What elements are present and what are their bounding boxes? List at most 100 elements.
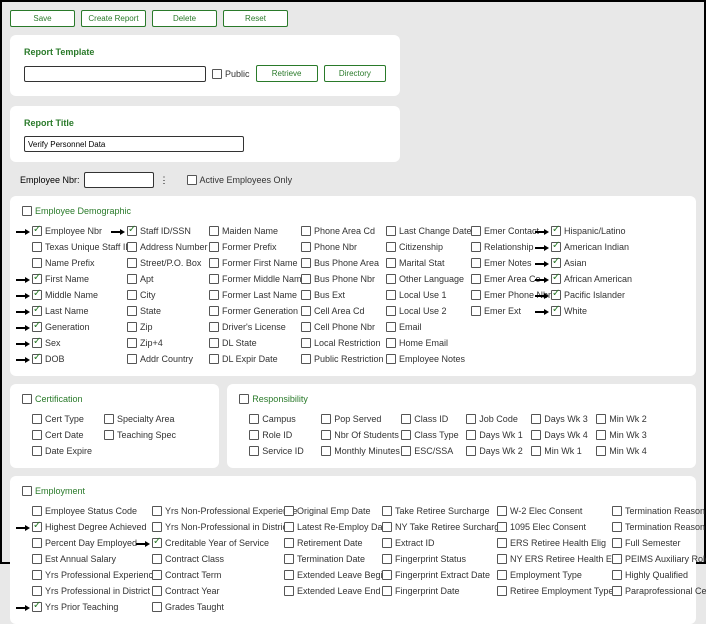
emp-contract-term-checkbox[interactable] bbox=[152, 570, 162, 580]
demo-email-checkbox[interactable] bbox=[386, 322, 396, 332]
demo-emer-area-co-checkbox[interactable] bbox=[471, 274, 481, 284]
demo-citizenship-checkbox[interactable] bbox=[386, 242, 396, 252]
resp-nbr-of-students-checkbox[interactable] bbox=[321, 430, 331, 440]
public-checkbox-label[interactable]: Public bbox=[212, 69, 250, 79]
emp-yrs-professional-experience-checkbox[interactable] bbox=[32, 570, 42, 580]
resp-job-code[interactable]: Job Code bbox=[466, 414, 518, 424]
demo-texas-unique-staff-id[interactable]: Texas Unique Staff ID bbox=[32, 242, 132, 252]
demo-dob[interactable]: DOB bbox=[32, 354, 65, 364]
demo-asian[interactable]: Asian bbox=[551, 258, 587, 268]
demo-addr-country-checkbox[interactable] bbox=[127, 354, 137, 364]
resp-class-id-checkbox[interactable] bbox=[401, 414, 411, 424]
emp-ers-retiree-health-elig[interactable]: ERS Retiree Health Elig bbox=[497, 538, 606, 548]
resp-min-wk-3-checkbox[interactable] bbox=[596, 430, 606, 440]
demo-emer-notes[interactable]: Emer Notes bbox=[471, 258, 532, 268]
demo-relationship[interactable]: Relationship bbox=[471, 242, 534, 252]
emp-extended-leave-begin[interactable]: Extended Leave Begin bbox=[284, 570, 388, 580]
emp-retirement-date-checkbox[interactable] bbox=[284, 538, 294, 548]
demo-generation[interactable]: Generation bbox=[32, 322, 90, 332]
demo-dl-state[interactable]: DL State bbox=[209, 338, 257, 348]
demo-generation-checkbox[interactable] bbox=[32, 322, 42, 332]
demo-bus-phone-nbr-checkbox[interactable] bbox=[301, 274, 311, 284]
emp-ny-ers-retiree-health-elig[interactable]: NY ERS Retiree Health Elig bbox=[497, 554, 621, 564]
demo-email[interactable]: Email bbox=[386, 322, 422, 332]
demo-state-checkbox[interactable] bbox=[127, 306, 137, 316]
demo-middle-name[interactable]: Middle Name bbox=[32, 290, 98, 300]
demo-former-last-name[interactable]: Former Last Name bbox=[209, 290, 297, 300]
cert-cert-date[interactable]: Cert Date bbox=[32, 430, 84, 440]
emp-full-semester-checkbox[interactable] bbox=[612, 538, 622, 548]
emp-peims-auxiliary-role-id-checkbox[interactable] bbox=[612, 554, 622, 564]
resp-days-wk-1[interactable]: Days Wk 1 bbox=[466, 430, 523, 440]
employee-demographic-checkbox[interactable] bbox=[22, 206, 32, 216]
emp-fingerprint-date-checkbox[interactable] bbox=[382, 586, 392, 596]
demo-emer-contact-checkbox[interactable] bbox=[471, 226, 481, 236]
demo-zip[interactable]: Zip bbox=[127, 322, 153, 332]
emp-1095-elec-consent-checkbox[interactable] bbox=[497, 522, 507, 532]
emp-1095-elec-consent[interactable]: 1095 Elec Consent bbox=[497, 522, 586, 532]
emp-contract-class-checkbox[interactable] bbox=[152, 554, 162, 564]
demo-last-name-checkbox[interactable] bbox=[32, 306, 42, 316]
resp-pop-served-checkbox[interactable] bbox=[321, 414, 331, 424]
demo-dl-state-checkbox[interactable] bbox=[209, 338, 219, 348]
demo-sex[interactable]: Sex bbox=[32, 338, 61, 348]
demo-bus-ext-checkbox[interactable] bbox=[301, 290, 311, 300]
demo-phone-area-cd-checkbox[interactable] bbox=[301, 226, 311, 236]
demo-former-prefix-checkbox[interactable] bbox=[209, 242, 219, 252]
demo-bus-phone-area-checkbox[interactable] bbox=[301, 258, 311, 268]
demo-phone-area-cd[interactable]: Phone Area Cd bbox=[301, 226, 375, 236]
emp-yrs-professional-experience[interactable]: Yrs Professional Experience bbox=[32, 570, 158, 580]
certification-checkbox[interactable] bbox=[22, 394, 32, 404]
demo-addr-country[interactable]: Addr Country bbox=[127, 354, 193, 364]
resp-esc-ssa[interactable]: ESC/SSA bbox=[401, 446, 453, 456]
employee-picker-icon[interactable]: ⋮ bbox=[160, 175, 169, 186]
resp-class-type-checkbox[interactable] bbox=[401, 430, 411, 440]
emp-creditable-year-of-service-checkbox[interactable] bbox=[152, 538, 162, 548]
emp-ny-take-retiree-surcharge-checkbox[interactable] bbox=[382, 522, 392, 532]
emp-ny-ers-retiree-health-elig-checkbox[interactable] bbox=[497, 554, 507, 564]
cert-cert-date-checkbox[interactable] bbox=[32, 430, 42, 440]
demo-local-restriction[interactable]: Local Restriction bbox=[301, 338, 381, 348]
demo-address-number[interactable]: Address Number bbox=[127, 242, 208, 252]
demo-emer-ext[interactable]: Emer Ext bbox=[471, 306, 521, 316]
emp-termination-reason[interactable]: Termination Reason bbox=[612, 506, 705, 516]
cert-cert-type[interactable]: Cert Type bbox=[32, 414, 84, 424]
demo-zip-checkbox[interactable] bbox=[127, 322, 137, 332]
emp-take-retiree-surcharge-checkbox[interactable] bbox=[382, 506, 392, 516]
resp-min-wk-2-checkbox[interactable] bbox=[596, 414, 606, 424]
emp-yrs-non-professional-experience[interactable]: Yrs Non-Professional Experience bbox=[152, 506, 298, 516]
emp-fingerprint-date[interactable]: Fingerprint Date bbox=[382, 586, 460, 596]
demo-name-prefix[interactable]: Name Prefix bbox=[32, 258, 95, 268]
demo-public-restriction[interactable]: Public Restriction bbox=[301, 354, 384, 364]
demo-emer-phone-nbr-checkbox[interactable] bbox=[471, 290, 481, 300]
demo-dl-expir-date[interactable]: DL Expir Date bbox=[209, 354, 278, 364]
demo-hispanic-latino-checkbox[interactable] bbox=[551, 226, 561, 236]
demo-citizenship[interactable]: Citizenship bbox=[386, 242, 443, 252]
demo-bus-phone-area[interactable]: Bus Phone Area bbox=[301, 258, 379, 268]
active-only-label[interactable]: Active Employees Only bbox=[187, 175, 293, 185]
emp-creditable-year-of-service[interactable]: Creditable Year of Service bbox=[152, 538, 269, 548]
demo-asian-checkbox[interactable] bbox=[551, 258, 561, 268]
demo-city-checkbox[interactable] bbox=[127, 290, 137, 300]
demo-city[interactable]: City bbox=[127, 290, 156, 300]
demo-last-change-date[interactable]: Last Change Date bbox=[386, 226, 472, 236]
emp-ny-take-retiree-surcharge[interactable]: NY Take Retiree Surcharge bbox=[382, 522, 504, 532]
demo-state[interactable]: State bbox=[127, 306, 161, 316]
employee-nbr-input[interactable] bbox=[84, 172, 154, 188]
demo-african-american[interactable]: African American bbox=[551, 274, 632, 284]
demo-emer-notes-checkbox[interactable] bbox=[471, 258, 481, 268]
demo-apt-checkbox[interactable] bbox=[127, 274, 137, 284]
demo-former-middle-name[interactable]: Former Middle Name bbox=[209, 274, 307, 284]
emp-est-annual-salary-checkbox[interactable] bbox=[32, 554, 42, 564]
responsibility-title[interactable]: Responsibility bbox=[239, 394, 308, 404]
demo-african-american-checkbox[interactable] bbox=[551, 274, 561, 284]
report-template-input[interactable] bbox=[24, 66, 206, 82]
cert-date-expire[interactable]: Date Expire bbox=[32, 446, 92, 456]
demo-first-name[interactable]: First Name bbox=[32, 274, 89, 284]
public-checkbox[interactable] bbox=[212, 69, 222, 79]
emp-paraprofessional-certification-checkbox[interactable] bbox=[612, 586, 622, 596]
emp-peims-auxiliary-role-id[interactable]: PEIMS Auxiliary Role ID bbox=[612, 554, 706, 564]
emp-extract-id-checkbox[interactable] bbox=[382, 538, 392, 548]
emp-yrs-non-professional-in-district[interactable]: Yrs Non-Professional in District bbox=[152, 522, 290, 532]
demo-other-language-checkbox[interactable] bbox=[386, 274, 396, 284]
